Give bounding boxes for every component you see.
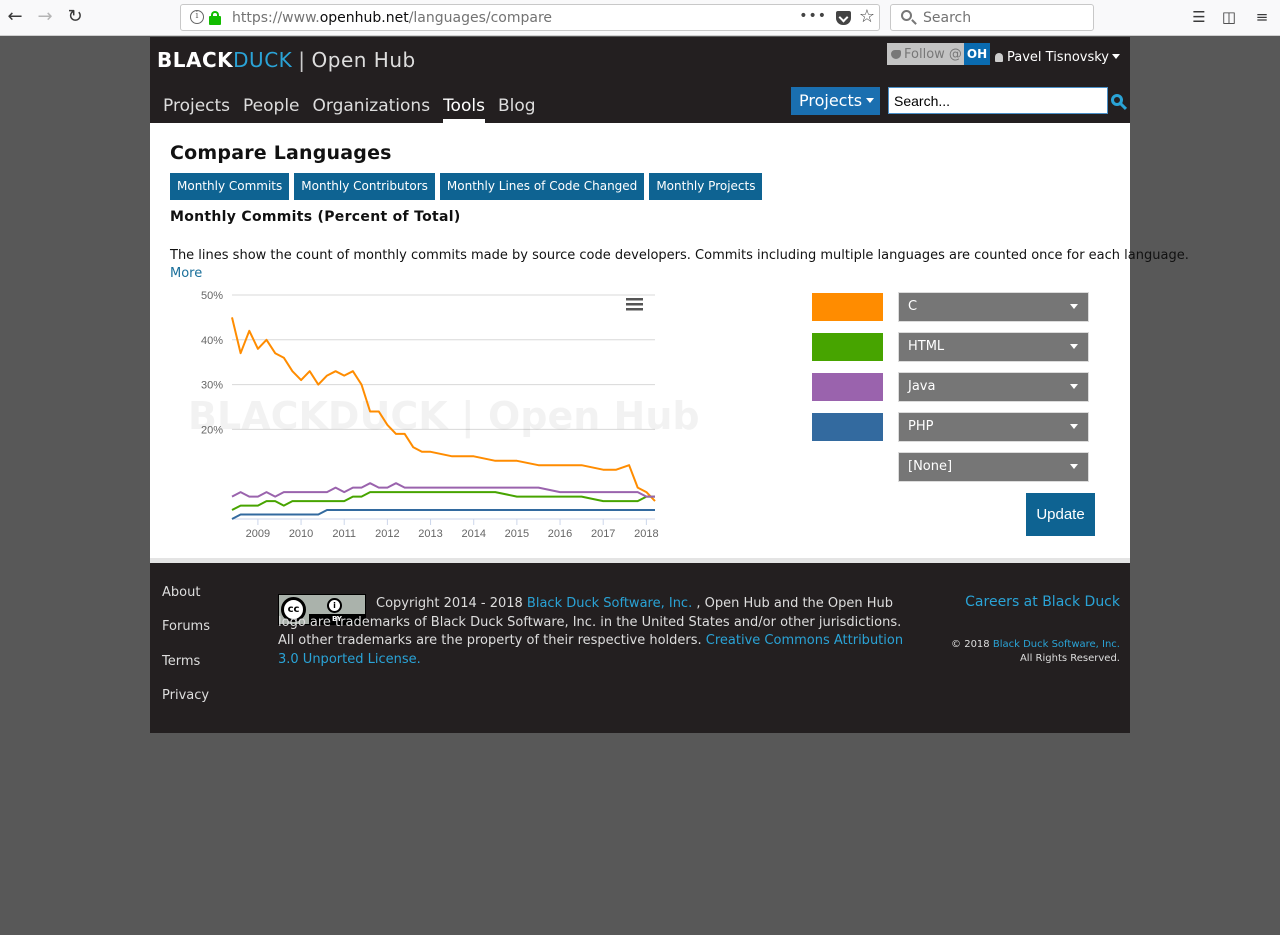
y-tick-label: 50% bbox=[201, 290, 223, 302]
page-container: BLACKDUCK | Open Hub Follow @ OH Pavel Tisn… bbox=[150, 37, 1189, 733]
search-icon[interactable] bbox=[1111, 94, 1128, 111]
series-line-html bbox=[231, 491, 655, 511]
x-tick-label: 2010 bbox=[289, 528, 313, 540]
chart-description: The lines show the count of monthly comm… bbox=[170, 248, 1189, 263]
oh-badge: OH bbox=[963, 43, 991, 65]
twitter-follow-button[interactable]: Follow @ OH bbox=[887, 43, 991, 65]
search-scope-dropdown[interactable]: Projects bbox=[791, 87, 880, 115]
main-nav: Projects People Organizations Tools Blog bbox=[163, 96, 536, 123]
info-icon[interactable]: i bbox=[190, 10, 204, 24]
chart-menu-icon bbox=[626, 308, 643, 311]
legend-swatch-java bbox=[812, 373, 883, 401]
browser-search-placeholder: Search bbox=[923, 10, 972, 26]
bookmark-star-icon[interactable]: ☆ bbox=[859, 6, 875, 27]
x-tick-label: 2016 bbox=[548, 528, 572, 540]
chart-menu-icon bbox=[626, 298, 643, 301]
footer-link-about[interactable]: About bbox=[162, 585, 200, 600]
lock-icon[interactable] bbox=[209, 11, 221, 25]
x-tick-label: 2012 bbox=[375, 528, 399, 540]
page-actions-icon[interactable]: ••• bbox=[799, 8, 827, 24]
legend-swatch-php bbox=[812, 413, 883, 441]
menu-icon[interactable]: ≡ bbox=[1253, 8, 1271, 26]
nav-tools[interactable]: Tools bbox=[443, 96, 485, 123]
tab-monthly-loc-changed[interactable]: Monthly Lines of Code Changed bbox=[439, 173, 645, 200]
black-duck-link[interactable]: Black Duck Software, Inc. bbox=[527, 596, 692, 611]
tab-monthly-contributors[interactable]: Monthly Contributors bbox=[294, 173, 435, 200]
back-arrow-icon[interactable]: ← bbox=[4, 6, 26, 28]
section-title: Monthly Commits (Percent of Total) bbox=[170, 209, 461, 225]
language-select-5[interactable]: [None] bbox=[898, 452, 1089, 482]
chart-tabs: Monthly Commits Monthly Contributors Mon… bbox=[170, 173, 763, 200]
pocket-icon[interactable] bbox=[836, 11, 851, 25]
caret-down-icon bbox=[1070, 464, 1078, 469]
page-title: Compare Languages bbox=[170, 142, 392, 164]
url-bar[interactable]: i https://www.openhub.net/languages/comp… bbox=[180, 4, 880, 31]
sidebar-icon[interactable]: ◫ bbox=[1220, 8, 1238, 26]
language-select-3[interactable]: Java bbox=[898, 372, 1089, 402]
tab-monthly-projects[interactable]: Monthly Projects bbox=[649, 173, 763, 200]
site-header: BLACKDUCK | Open Hub Follow @ OH Pavel Tisn… bbox=[150, 37, 1130, 123]
nav-people[interactable]: People bbox=[243, 96, 299, 123]
browser-search-field[interactable]: Search bbox=[890, 4, 1094, 31]
nav-blog[interactable]: Blog bbox=[498, 96, 536, 123]
y-tick-label: 40% bbox=[201, 335, 223, 347]
x-tick-label: 2018 bbox=[634, 528, 658, 540]
black-duck-small-link[interactable]: Black Duck Software, Inc. bbox=[993, 639, 1120, 650]
caret-down-icon bbox=[866, 98, 875, 103]
nav-organizations[interactable]: Organizations bbox=[313, 96, 431, 123]
series-line-java bbox=[231, 482, 655, 498]
footer-link-privacy[interactable]: Privacy bbox=[162, 688, 209, 703]
search-icon bbox=[901, 10, 912, 21]
x-tick-label: 2015 bbox=[505, 528, 529, 540]
y-tick-label: 30% bbox=[201, 380, 223, 392]
user-menu[interactable]: Pavel Tisnovsky bbox=[995, 50, 1121, 65]
chart-menu-icon bbox=[626, 303, 643, 306]
x-tick-label: 2017 bbox=[591, 528, 615, 540]
caret-down-icon bbox=[1070, 424, 1078, 429]
user-icon bbox=[995, 53, 1003, 62]
reload-icon[interactable]: ↻ bbox=[64, 6, 86, 28]
caret-down-icon bbox=[1070, 304, 1078, 309]
site-search-input[interactable] bbox=[888, 87, 1108, 114]
tab-monthly-commits[interactable]: Monthly Commits bbox=[170, 173, 290, 200]
twitter-icon bbox=[891, 50, 901, 59]
x-tick-label: 2011 bbox=[332, 528, 356, 540]
main-content: Compare Languages Monthly Commits Monthl… bbox=[150, 123, 1189, 563]
careers-link[interactable]: Careers at Black Duck bbox=[965, 594, 1120, 610]
chart-svg: 20%30%40%50%BLACKDUCK | Open Hub2009 2010… bbox=[188, 290, 700, 540]
language-select-2[interactable]: HTML bbox=[898, 332, 1089, 362]
caret-down-icon bbox=[1070, 384, 1078, 389]
x-tick-label: 2009 bbox=[246, 528, 270, 540]
language-select-4[interactable]: PHP bbox=[898, 412, 1089, 442]
language-select-1[interactable]: C bbox=[898, 292, 1089, 322]
copyright-text: Copyright 2014 - 2018 Black Duck Softwar… bbox=[278, 596, 904, 667]
browser-toolbar: ← → ↻ i https://www.openhub.net/language… bbox=[0, 0, 1280, 36]
nav-projects[interactable]: Projects bbox=[163, 96, 230, 123]
footer-link-forums[interactable]: Forums bbox=[162, 619, 210, 634]
chart-watermark: BLACKDUCK | Open Hub bbox=[188, 394, 700, 439]
commits-chart: 20% 30% 40% 50% BLACKDUCK | Open Hub 2009 2010… bbox=[186, 283, 700, 548]
footer-link-terms[interactable]: Terms bbox=[162, 654, 200, 669]
caret-down-icon bbox=[1112, 54, 1121, 59]
series-line-php bbox=[231, 509, 655, 520]
more-link[interactable]: More bbox=[170, 266, 202, 281]
update-button[interactable]: Update bbox=[1026, 493, 1095, 536]
library-icon[interactable]: ☰ bbox=[1190, 8, 1208, 26]
caret-down-icon bbox=[1070, 344, 1078, 349]
x-tick-label: 2013 bbox=[418, 528, 442, 540]
small-copyright: © 2018 Black Duck Software, Inc. All Righ… bbox=[951, 639, 1120, 664]
site-footer: About Forums Terms Privacy cc i BY Copyr… bbox=[150, 563, 1130, 733]
legend-swatch-c bbox=[812, 293, 883, 321]
legend-swatch-html bbox=[812, 333, 883, 361]
forward-arrow-icon[interactable]: → bbox=[34, 6, 56, 28]
x-tick-label: 2014 bbox=[461, 528, 485, 540]
url-text[interactable]: https://www.openhub.net/languages/compar… bbox=[232, 10, 552, 26]
blackduck-openhub-logo[interactable]: BLACKDUCK | Open Hub bbox=[157, 48, 416, 72]
